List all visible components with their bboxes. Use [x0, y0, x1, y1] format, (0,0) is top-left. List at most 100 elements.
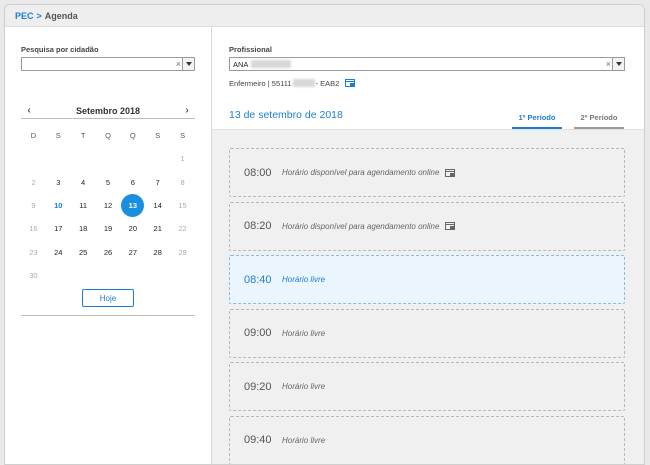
calendar-empty-cell: [170, 264, 195, 287]
period-tabs: 1º Período 2º Período: [512, 107, 636, 129]
prev-month-button[interactable]: ‹: [21, 105, 37, 116]
calendar-day[interactable]: 30: [21, 264, 46, 287]
breadcrumb: PEC > Agenda: [5, 5, 644, 27]
calendar-day[interactable]: 3: [46, 171, 71, 194]
calendar-empty-cell: [21, 147, 46, 170]
slot-description: Horário livre: [282, 382, 326, 391]
calendar-empty-cell: [71, 147, 96, 170]
calendar-day[interactable]: 25: [71, 240, 96, 263]
calendar-divider: [21, 315, 195, 316]
schedule-list: 08:00 Horário disponível para agendamento…: [212, 129, 644, 464]
calendar-day[interactable]: 7: [145, 171, 170, 194]
calendar-day[interactable]: 4: [71, 171, 96, 194]
professional-value: ANA: [233, 59, 249, 69]
calendar-empty-cell: [46, 264, 71, 287]
weekday-label: Q: [129, 131, 136, 141]
calendar-header: ‹ Setembro 2018 ›: [21, 103, 195, 119]
calendar-day[interactable]: 27: [120, 240, 145, 263]
weekday-label: Q: [105, 131, 111, 141]
clear-icon[interactable]: ×: [606, 58, 611, 70]
calendar-day[interactable]: 6: [120, 171, 145, 194]
clear-icon[interactable]: ×: [176, 58, 181, 70]
schedule-slot[interactable]: 08:00 Horário disponível para agendamento…: [229, 148, 625, 197]
slot-time: 08:20: [244, 220, 272, 232]
professional-select[interactable]: ANA ×: [229, 57, 625, 71]
calendar-empty-cell: [145, 147, 170, 170]
slot-description: Horário disponível para agendamento onli…: [282, 221, 440, 231]
calendar-day[interactable]: 11: [71, 194, 96, 217]
tab-first-period[interactable]: 1º Período: [512, 107, 562, 129]
weekday-label: S: [155, 131, 161, 141]
calendar-empty-cell: [120, 264, 145, 287]
calendar-empty-cell: [46, 147, 71, 170]
calendar-day[interactable]: 13: [120, 194, 145, 218]
chevron-down-icon[interactable]: [182, 58, 194, 70]
schedule-slot[interactable]: 08:40 Horário livre: [229, 255, 625, 304]
schedule-slot[interactable]: 09:00 Horário livre: [229, 308, 625, 358]
professional-label: Profissional: [229, 45, 272, 54]
tab-second-period[interactable]: 2º Período: [574, 107, 624, 129]
calendar-day[interactable]: 15: [170, 194, 195, 217]
calendar-day[interactable]: 23: [21, 240, 46, 263]
online-schedule-icon: [445, 222, 456, 230]
slot-time: 09:00: [244, 327, 272, 339]
selected-day[interactable]: 13: [121, 194, 145, 218]
professional-team: - EAB2: [315, 78, 340, 88]
weekday-label: S: [180, 131, 186, 141]
slot-time: 09:20: [244, 380, 272, 393]
weekday-label: S: [55, 131, 61, 141]
calendar-day[interactable]: 9: [21, 194, 46, 217]
professional-info: Enfermeiro | 55111 - EAB2: [229, 78, 356, 88]
calendar-empty-cell: [96, 264, 121, 287]
slot-time: 08:40: [244, 273, 272, 286]
calendar-grid: D S T Q Q S S 1 2 3 4 5 6 7 8 9 10 11 12 13 14 15 16 17 18 19 20 21…: [21, 124, 195, 287]
calendar-day[interactable]: 2: [21, 171, 46, 194]
schedule-date-title: 13 de setembro de 2018: [229, 109, 343, 121]
slot-description: Horário livre: [282, 275, 326, 284]
next-month-button[interactable]: ›: [179, 105, 195, 116]
left-panel: Pesquisa por cidadão × ‹ Setembro 2018 ›…: [5, 27, 212, 464]
breadcrumb-separator: >: [36, 10, 42, 21]
calendar-empty-cell: [120, 147, 145, 170]
calendar-day[interactable]: 21: [145, 217, 170, 240]
calendar-day[interactable]: 22: [170, 217, 195, 240]
calendar-day[interactable]: 12: [96, 194, 121, 217]
today-button[interactable]: Hoje: [82, 289, 134, 307]
online-schedule-icon: [445, 168, 456, 177]
breadcrumb-current: Agenda: [44, 10, 78, 21]
calendar-day[interactable]: 26: [96, 240, 121, 263]
slot-description: Horário livre: [282, 435, 326, 445]
redacted-name: [251, 60, 292, 68]
slot-description: Horário livre: [282, 328, 326, 338]
calendar-month-label: Setembro 2018: [75, 105, 141, 116]
right-panel: Profissional ANA × Enfermeiro | 55111 - …: [212, 27, 644, 464]
redacted-cbo: [292, 79, 315, 87]
agenda-window: PEC > Agenda Pesquisa por cidadão × ‹ Se…: [4, 4, 645, 465]
patient-search-input[interactable]: ×: [21, 57, 195, 71]
calendar-day[interactable]: 5: [96, 171, 121, 194]
calendar-day[interactable]: 17: [46, 217, 71, 240]
calendar-day[interactable]: 29: [170, 240, 195, 263]
calendar-day[interactable]: 19: [96, 217, 121, 240]
slot-description: Horário disponível para agendamento onli…: [282, 168, 440, 177]
calendar-day[interactable]: 1: [170, 147, 195, 170]
schedule-slot[interactable]: 09:20 Horário livre: [229, 362, 625, 411]
schedule-slot[interactable]: 09:40 Horário livre: [229, 415, 625, 464]
chevron-down-icon[interactable]: [612, 58, 624, 70]
calendar-empty-cell: [96, 147, 121, 170]
breadcrumb-pec-link[interactable]: PEC: [15, 11, 34, 21]
schedule-slot[interactable]: 08:20 Horário disponível para agendamento…: [229, 201, 625, 251]
calendar-empty-cell: [71, 264, 96, 287]
calendar-day[interactable]: 10: [46, 194, 71, 217]
calendar-empty-cell: [145, 264, 170, 287]
calendar-day[interactable]: 28: [145, 240, 170, 263]
calendar-day[interactable]: 18: [71, 217, 96, 240]
online-schedule-icon: [345, 79, 356, 87]
calendar-day[interactable]: 14: [145, 194, 170, 217]
calendar-day[interactable]: 8: [170, 171, 195, 194]
calendar-day[interactable]: 20: [120, 217, 145, 240]
slot-time: 09:40: [244, 434, 272, 446]
slot-time: 08:00: [244, 166, 272, 179]
calendar-day[interactable]: 24: [46, 240, 71, 263]
calendar-day[interactable]: 16: [21, 217, 46, 240]
